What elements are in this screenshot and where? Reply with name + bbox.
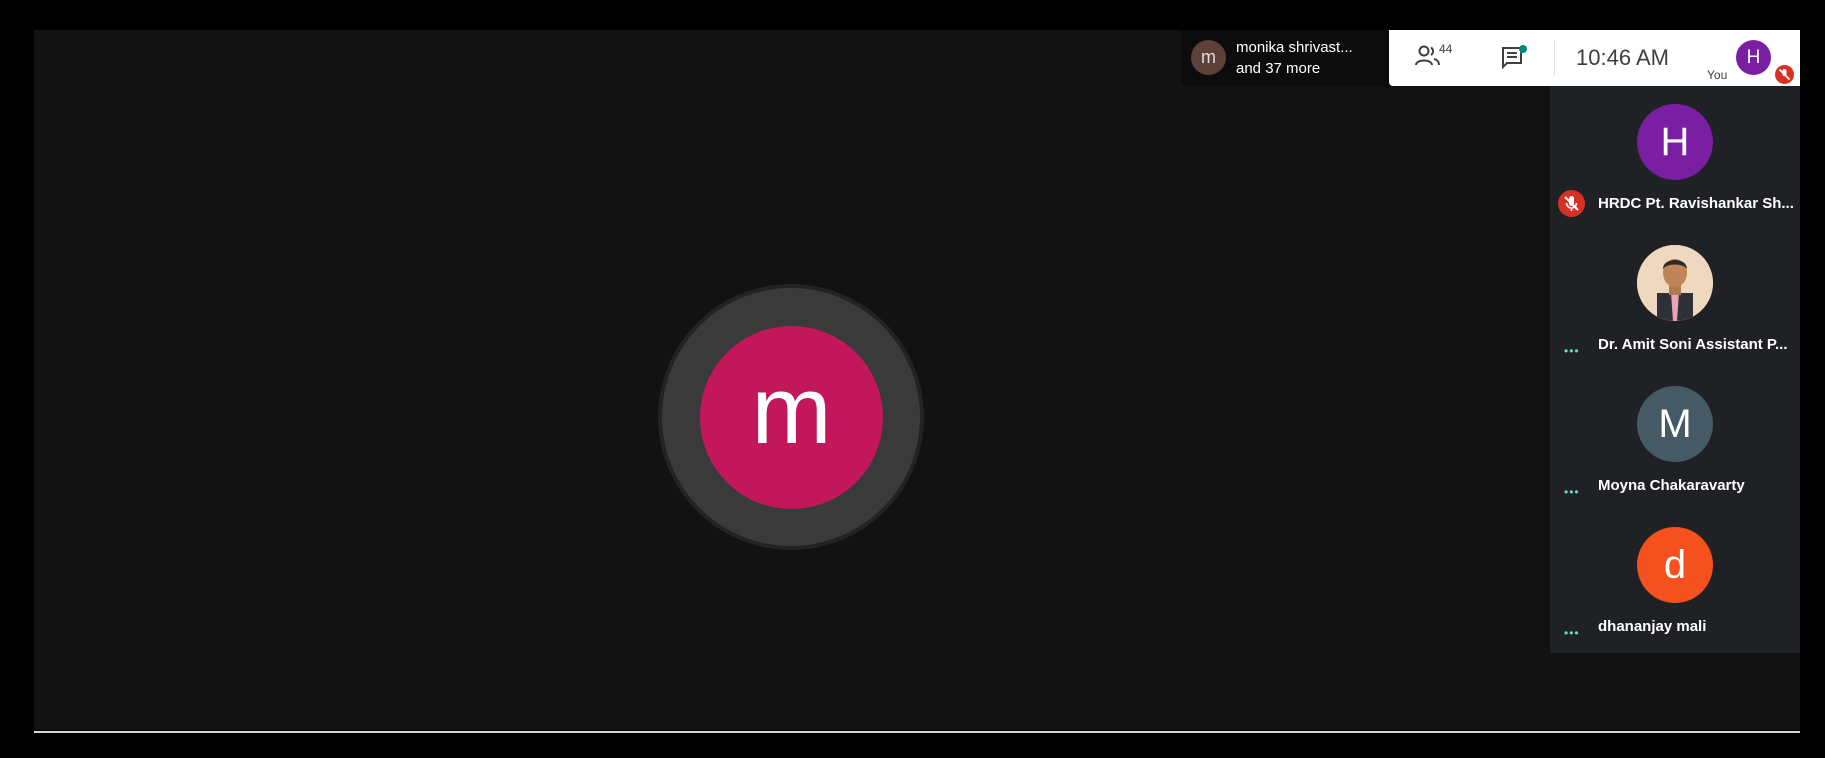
self-mic-off-indicator [1775,65,1794,84]
meeting-clock: 10:46 AM [1576,45,1669,70]
self-avatar[interactable]: H [1736,40,1771,75]
mic-off-icon [1778,68,1791,81]
person-photo-icon [1637,245,1713,321]
bottom-divider [34,731,1800,733]
main-video-stage [34,30,1800,730]
participant-tile[interactable]: M ••• Moyna Chakaravarty [1550,368,1800,509]
participant-avatar: d [1637,527,1713,603]
presenter-name: monika shrivast... [1236,39,1353,56]
more-options-dots[interactable]: ••• [1564,344,1580,358]
toolbar-divider [1554,40,1555,76]
mic-off-badge [1558,190,1585,217]
participant-tile[interactable]: d ••• dhananjay mali [1550,509,1800,650]
participant-name: Moyna Chakaravarty [1598,477,1745,494]
you-label: You [1707,68,1728,82]
chat-notification-dot [1519,45,1527,53]
more-options-dots[interactable]: ••• [1564,485,1580,499]
top-toolbar: 44 10:46 AM You H [1389,30,1800,86]
participant-tile[interactable]: H HRDC Pt. Ravishankar Sh... [1550,86,1800,227]
presenter-avatar: m [1191,40,1226,75]
active-speaker-avatar: m [700,326,883,509]
participant-name: HRDC Pt. Ravishankar Sh... [1598,195,1794,212]
participant-tile[interactable]: ••• Dr. Amit Soni Assistant P... [1550,227,1800,368]
people-button[interactable]: 44 [1415,42,1461,72]
participant-name: dhananjay mali [1598,618,1707,635]
participant-name: Dr. Amit Soni Assistant P... [1598,336,1788,353]
mic-off-icon [1564,196,1579,211]
presenter-more: and 37 more [1236,60,1321,77]
people-count: 44 [1439,42,1453,56]
participant-photo [1637,245,1713,321]
chat-button[interactable] [1499,44,1529,74]
presenter-chip[interactable]: m monika shrivast... and 37 more [1181,30,1389,86]
participant-panel: H HRDC Pt. Ravishankar Sh... ••• Dr. Ami… [1550,86,1800,653]
more-options-dots[interactable]: ••• [1564,626,1580,640]
participant-avatar: H [1637,104,1713,180]
participant-avatar: M [1637,386,1713,462]
people-icon [1415,45,1440,66]
